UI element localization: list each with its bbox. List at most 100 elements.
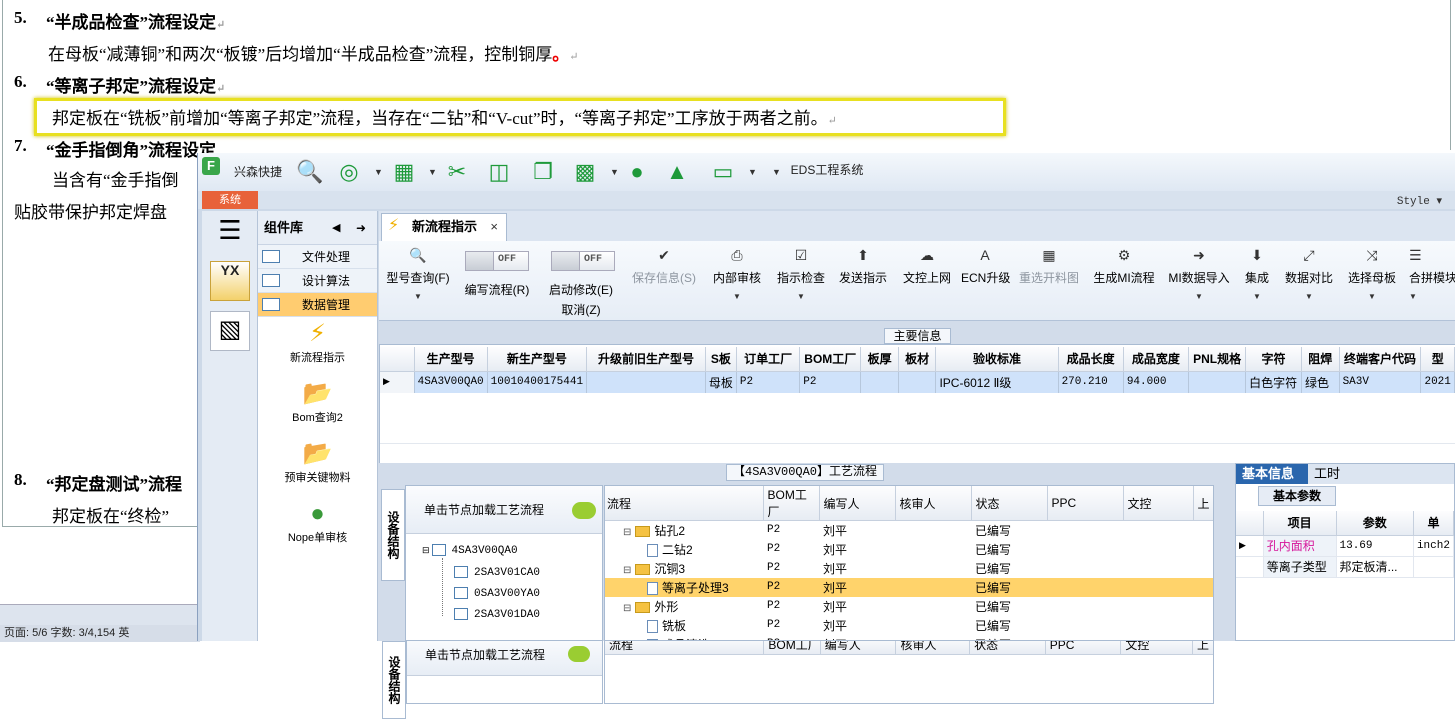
device-structure-vtab[interactable]: 设备结构 xyxy=(381,489,405,581)
grid-cell[interactable]: 10010400175441 xyxy=(487,371,588,393)
column-header[interactable]: 升级前旧生产型号 xyxy=(586,347,706,372)
tool-new-flow[interactable]: ⚡ 新流程指示 xyxy=(258,317,377,377)
column-header[interactable]: 单 xyxy=(1413,511,1455,536)
grid-cell[interactable]: 4SA3V00QA0 xyxy=(414,371,488,393)
internal-review-button[interactable]: ⎙ 内部审核 ▼ xyxy=(709,245,765,301)
save-info-button[interactable]: ✔ 保存信息(S) xyxy=(629,245,699,286)
grid-cell[interactable]: IPC-6012 Ⅱ级 xyxy=(935,371,1059,393)
doc-upload-button[interactable]: ☁ 文控上网 xyxy=(899,245,955,286)
column-header[interactable]: 终端客户代码 xyxy=(1339,347,1422,372)
tree-node[interactable]: 0SA3V00YA0 xyxy=(454,587,540,600)
flow-row[interactable]: 铣板 P2 刘平 已编写 xyxy=(605,616,1213,635)
table-row[interactable]: ▶ 孔内面积 13.69 inch2 xyxy=(1236,535,1455,557)
grid-cell[interactable] xyxy=(860,371,899,393)
flow-cell[interactable] xyxy=(1047,521,1123,540)
param-value[interactable]: 13.69 xyxy=(1336,535,1414,557)
tree-node[interactable]: 2SA3V01CA0 xyxy=(454,566,540,579)
column-header[interactable]: 上 xyxy=(1193,486,1213,521)
flow-cell[interactable]: 已编写 xyxy=(971,559,1047,578)
flow-cell[interactable] xyxy=(1123,521,1193,540)
flow-cell[interactable] xyxy=(895,559,971,578)
flow-cell[interactable] xyxy=(1193,635,1213,641)
flow-cell[interactable]: P2 xyxy=(763,559,819,578)
flow-row[interactable]: 等离子处理3 P2 刘平 已编写 xyxy=(605,577,1213,597)
flow-cell[interactable] xyxy=(1193,578,1213,597)
flow-cell[interactable] xyxy=(895,597,971,616)
basic-params-tab[interactable]: 基本参数 xyxy=(1258,486,1336,506)
flow-cell[interactable]: 已编写 xyxy=(971,578,1047,597)
flow-name-cell[interactable]: 成品清洗 xyxy=(605,635,763,640)
flow-cell[interactable]: 刘平 xyxy=(819,597,895,616)
flow-cell[interactable] xyxy=(1047,559,1123,578)
flow-name-cell[interactable]: ⊟ 钻孔2 xyxy=(605,521,763,540)
tab-basic-info[interactable]: 基本信息 xyxy=(1236,464,1308,484)
flow-cell[interactable]: P2 xyxy=(763,521,819,540)
flow-row[interactable]: ⊟ 外形 P2 刘平 已编写 xyxy=(605,597,1213,616)
flow-row[interactable]: ⊟ 钻孔2 P2 刘平 已编写 xyxy=(605,521,1213,540)
flow-cell[interactable] xyxy=(1047,635,1123,641)
flow-cell[interactable] xyxy=(1193,540,1213,559)
flow-cell[interactable] xyxy=(1123,559,1193,578)
column-header[interactable]: 编写人 xyxy=(819,486,896,521)
column-header[interactable]: 订单工厂 xyxy=(736,347,801,372)
column-header[interactable]: 参数 xyxy=(1336,511,1414,536)
flow-cell[interactable] xyxy=(1123,578,1193,597)
grid-cell[interactable] xyxy=(1188,371,1247,393)
column-header[interactable]: BOM工厂 xyxy=(799,347,862,372)
column-header[interactable]: PNL规格 xyxy=(1188,347,1247,372)
merge-module-button[interactable]: ☰ 合拼模块 ▼ xyxy=(1409,245,1455,301)
menu-icon[interactable]: ☰ xyxy=(210,217,250,257)
flow-cell[interactable] xyxy=(895,616,971,635)
pin-icon[interactable]: ➜ xyxy=(356,211,366,245)
flow-cell[interactable]: 已编写 xyxy=(971,635,1047,641)
integrate-button[interactable]: ⬇ 集成 ▼ xyxy=(1239,245,1275,301)
flow-cell[interactable]: 刘平 xyxy=(819,635,895,641)
tool-bom-query[interactable]: 📂 Bom查询2 xyxy=(258,377,377,437)
column-header[interactable]: PPC xyxy=(1047,486,1124,521)
flow-name-cell[interactable]: 铣板 xyxy=(605,616,763,635)
flow-cell[interactable]: 刘平 xyxy=(819,578,895,597)
column-header[interactable]: 流程 xyxy=(605,486,764,521)
flow-cell[interactable]: 已编写 xyxy=(971,521,1047,540)
column-header[interactable]: 文控 xyxy=(1123,486,1194,521)
grid-cell[interactable]: P2 xyxy=(736,371,801,393)
column-header[interactable]: 板材 xyxy=(898,347,937,372)
flow-cell[interactable] xyxy=(1193,521,1213,540)
grid-cell[interactable]: 270.210 xyxy=(1058,371,1124,393)
tab-new-flow[interactable]: ⚡ 新流程指示 × xyxy=(381,213,507,241)
yx-logo-icon[interactable]: YX xyxy=(210,261,250,301)
flow-cell[interactable] xyxy=(1047,597,1123,616)
flow-row[interactable]: ⊟ 沉铜3 P2 刘平 已编写 xyxy=(605,559,1213,578)
flow-cell[interactable] xyxy=(895,635,971,641)
grid-cell[interactable]: 94.000 xyxy=(1123,371,1190,393)
group-data-management[interactable]: 数据管理 xyxy=(258,293,377,317)
select-master-button[interactable]: ⤨ 选择母板 ▼ xyxy=(1343,245,1401,301)
flow-row[interactable]: 成品清洗 P2刘平 已编写 xyxy=(605,635,1213,641)
ecn-upgrade-button[interactable]: A ECN升级 xyxy=(961,245,1010,286)
flow-cell[interactable] xyxy=(1123,635,1193,641)
mi-import-button[interactable]: ➜ MI数据导入 ▼ xyxy=(1167,245,1231,301)
flow-cell[interactable]: 已编写 xyxy=(971,597,1047,616)
tool-prereview-material[interactable]: 📂 预审关键物料 xyxy=(258,437,377,497)
column-header[interactable]: 阻焊 xyxy=(1301,347,1340,372)
group-file-processing[interactable]: 文件处理 xyxy=(258,245,377,269)
column-header[interactable]: 项目 xyxy=(1263,511,1337,536)
grid-cell[interactable] xyxy=(586,371,706,393)
flow-name-cell[interactable]: 二钻2 xyxy=(605,540,763,559)
column-header[interactable]: 成品长度 xyxy=(1058,347,1124,372)
column-header[interactable]: 型 xyxy=(1420,347,1455,372)
device-structure-tab[interactable]: 设备结构 xyxy=(382,641,406,719)
tab-work-hours[interactable]: 工时 xyxy=(1314,464,1340,484)
flow-cell[interactable]: 刘平 xyxy=(819,540,895,559)
collapse-left-icon[interactable]: ◀ xyxy=(332,211,340,245)
start-modify-toggle[interactable]: OFF xyxy=(551,251,615,271)
grid-cell[interactable]: 白色字符 xyxy=(1245,371,1302,393)
flow-cell[interactable] xyxy=(1193,597,1213,616)
param-value[interactable]: 邦定板清... xyxy=(1336,556,1414,578)
column-header[interactable]: 状态 xyxy=(971,486,1048,521)
flow-cell[interactable] xyxy=(1047,616,1123,635)
column-header[interactable]: 成品宽度 xyxy=(1123,347,1190,372)
style-menu[interactable]: Style ▾ xyxy=(1397,194,1442,208)
flow-name-cell[interactable]: ⊟ 沉铜3 xyxy=(605,559,763,578)
column-header[interactable]: 生产型号 xyxy=(414,347,488,372)
